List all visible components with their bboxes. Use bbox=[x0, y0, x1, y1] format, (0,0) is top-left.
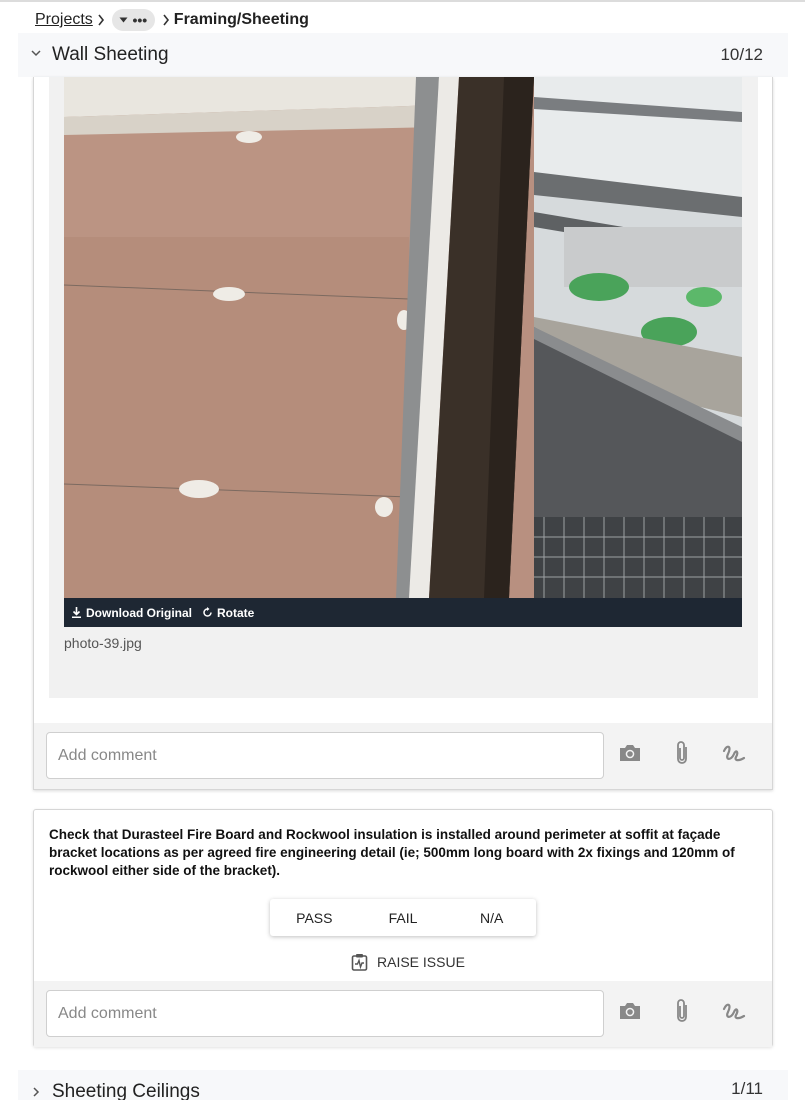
download-icon bbox=[72, 607, 81, 618]
section-title: Sheeting Ceilings bbox=[52, 1081, 200, 1100]
rotate-icon bbox=[203, 607, 212, 617]
raise-issue-button[interactable]: RAISE ISSUE bbox=[351, 953, 465, 971]
comment-bar bbox=[34, 981, 772, 1047]
comment-bar bbox=[34, 723, 772, 789]
chevron-right-icon bbox=[158, 14, 174, 26]
breadcrumb-more-button[interactable]: ••• bbox=[111, 9, 155, 31]
clipboard-icon bbox=[351, 954, 368, 971]
breadcrumb-current: Framing/Sheeting bbox=[173, 11, 309, 28]
breadcrumb: Projects ••• Framing/Sheeting bbox=[35, 9, 309, 31]
photo-toolbar: Download Original Rotate bbox=[64, 598, 742, 627]
chevron-right-icon bbox=[30, 1085, 42, 1100]
section-title: Wall Sheeting bbox=[52, 44, 169, 65]
inspection-photo[interactable] bbox=[64, 77, 742, 598]
top-border bbox=[0, 0, 805, 2]
paperclip-icon[interactable] bbox=[674, 998, 690, 1029]
chevron-right-icon bbox=[93, 14, 109, 26]
signature-icon[interactable] bbox=[722, 743, 746, 770]
checklist-question-card: Check that Durasteel Fire Board and Rock… bbox=[33, 809, 773, 1047]
fail-button[interactable]: FAIL bbox=[359, 899, 448, 936]
raise-issue-label: RAISE ISSUE bbox=[377, 954, 465, 970]
result-toggle-group: PASS FAIL N/A bbox=[270, 899, 536, 936]
ellipsis-icon: ••• bbox=[132, 12, 148, 28]
signature-icon[interactable] bbox=[722, 1001, 746, 1028]
camera-icon[interactable] bbox=[618, 1001, 642, 1026]
question-text: Check that Durasteel Fire Board and Rock… bbox=[49, 827, 735, 878]
chevron-down-icon bbox=[30, 46, 42, 64]
section-progress-count: 1/11 bbox=[731, 1079, 763, 1098]
comment-input[interactable] bbox=[46, 732, 604, 779]
section-progress-count: 10/12 bbox=[720, 45, 763, 64]
download-original-label: Download Original bbox=[86, 605, 193, 620]
photo-filename: photo-39.jpg bbox=[64, 635, 142, 651]
photo-panel: Download Original Rotate photo-39.jpg bbox=[49, 77, 758, 698]
checklist-item-card: Download Original Rotate photo-39.jpg bbox=[33, 77, 773, 790]
section-header-wall-sheeting[interactable]: Wall Sheeting 10/12 bbox=[18, 33, 788, 77]
camera-icon[interactable] bbox=[618, 743, 642, 768]
rotate-label: Rotate bbox=[217, 605, 255, 620]
download-original-button[interactable]: Download Original bbox=[71, 606, 192, 620]
section-header-sheeting-ceilings[interactable]: Sheeting Ceilings 1/11 bbox=[18, 1070, 788, 1100]
comment-input[interactable] bbox=[46, 990, 604, 1037]
na-button[interactable]: N/A bbox=[447, 899, 536, 936]
rotate-button[interactable]: Rotate bbox=[202, 606, 254, 620]
breadcrumb-projects[interactable]: Projects bbox=[35, 11, 93, 29]
paperclip-icon[interactable] bbox=[674, 740, 690, 771]
pass-button[interactable]: PASS bbox=[270, 899, 359, 936]
caret-down-icon bbox=[119, 17, 128, 23]
